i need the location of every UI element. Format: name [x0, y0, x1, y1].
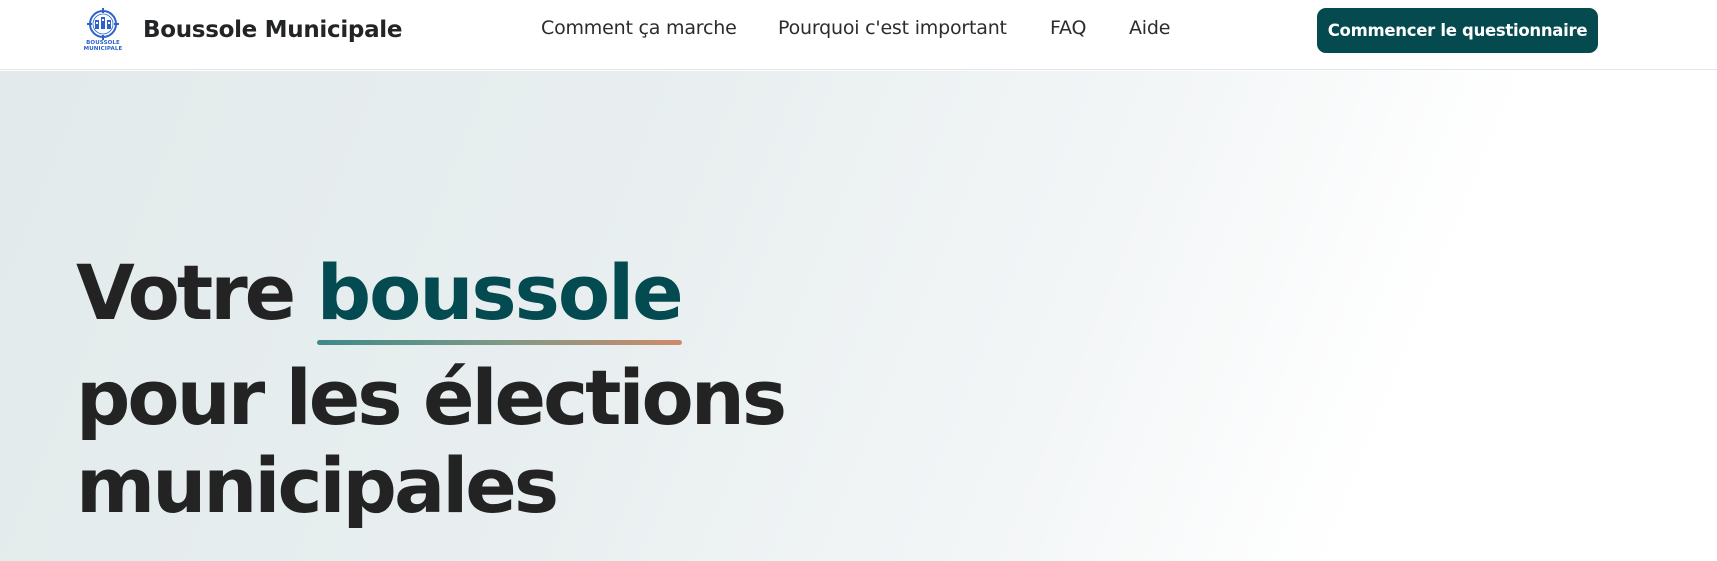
headline-line1: Votre boussole: [76, 248, 684, 345]
headline-line3: municipales: [76, 441, 559, 530]
logo-text-line2: MUNICIPALE: [83, 46, 123, 52]
headline-part1: Votre: [76, 248, 317, 337]
start-questionnaire-button[interactable]: Commencer le questionnaire: [1317, 8, 1598, 53]
headline-accent-text: boussole: [316, 248, 684, 337]
hero-section: Votre boussole pour les élections munici…: [0, 71, 1717, 561]
headline-accent-word: boussole: [316, 248, 684, 345]
nav-item-how-it-works[interactable]: Comment ça marche: [541, 17, 737, 39]
headline-line2: pour les élections: [76, 353, 787, 442]
site-header: BOUSSOLE MUNICIPALE Boussole Municipale …: [0, 0, 1717, 70]
nav-item-help[interactable]: Aide: [1129, 17, 1170, 39]
nav-item-faq[interactable]: FAQ: [1050, 17, 1086, 39]
nav-item-why-important[interactable]: Pourquoi c'est important: [778, 17, 1007, 39]
compass-city-logo-icon: BOUSSOLE MUNICIPALE: [82, 7, 124, 53]
brand-name: Boussole Municipale: [143, 17, 403, 43]
accent-underline: [316, 340, 682, 345]
home-logo-link[interactable]: BOUSSOLE MUNICIPALE Boussole Municipale: [82, 5, 402, 55]
